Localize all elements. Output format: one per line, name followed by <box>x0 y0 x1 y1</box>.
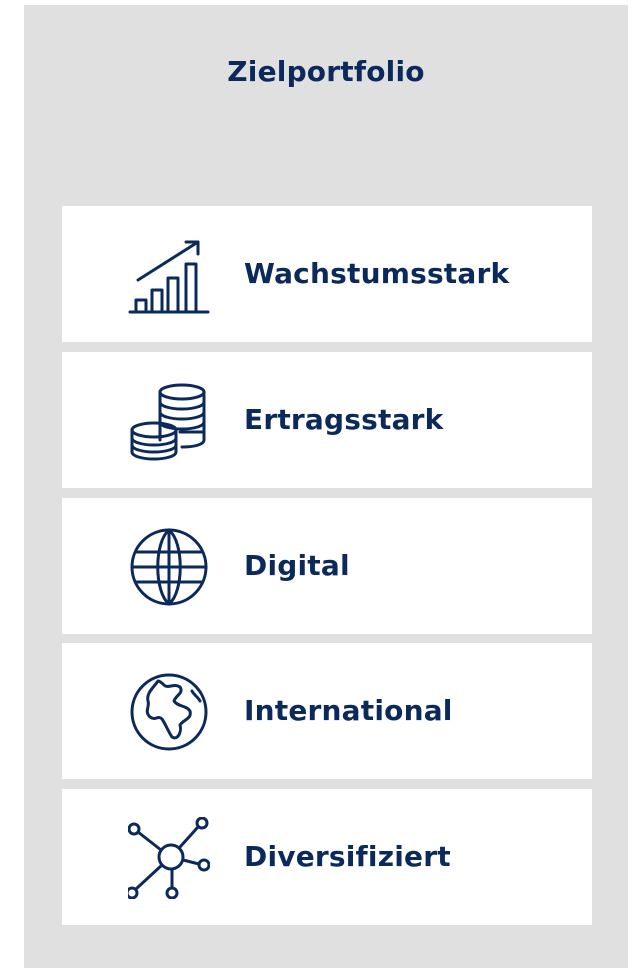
page-title: Zielportfolio <box>227 55 425 88</box>
card-label: Diversifiziert <box>244 840 451 873</box>
card-digital: Digital <box>62 498 592 634</box>
card-wachstumsstark: Wachstumsstark <box>62 206 592 342</box>
portfolio-panel: Zielportfolio Wachstumsstark Ertragsstar… <box>24 5 628 968</box>
card-label: Wachstumsstark <box>244 257 510 290</box>
card-label: Digital <box>244 549 350 582</box>
coin-stack-icon <box>128 380 210 462</box>
earth-continents-icon <box>128 671 210 753</box>
card-label: International <box>244 694 453 727</box>
globe-grid-icon <box>128 526 210 608</box>
card-diversifiziert: Diversifiziert <box>62 789 592 925</box>
card-ertragsstark: Ertragsstark <box>62 352 592 488</box>
network-hub-icon <box>128 817 210 899</box>
growth-chart-icon <box>128 234 210 316</box>
card-label: Ertragsstark <box>244 403 444 436</box>
card-international: International <box>62 643 592 779</box>
